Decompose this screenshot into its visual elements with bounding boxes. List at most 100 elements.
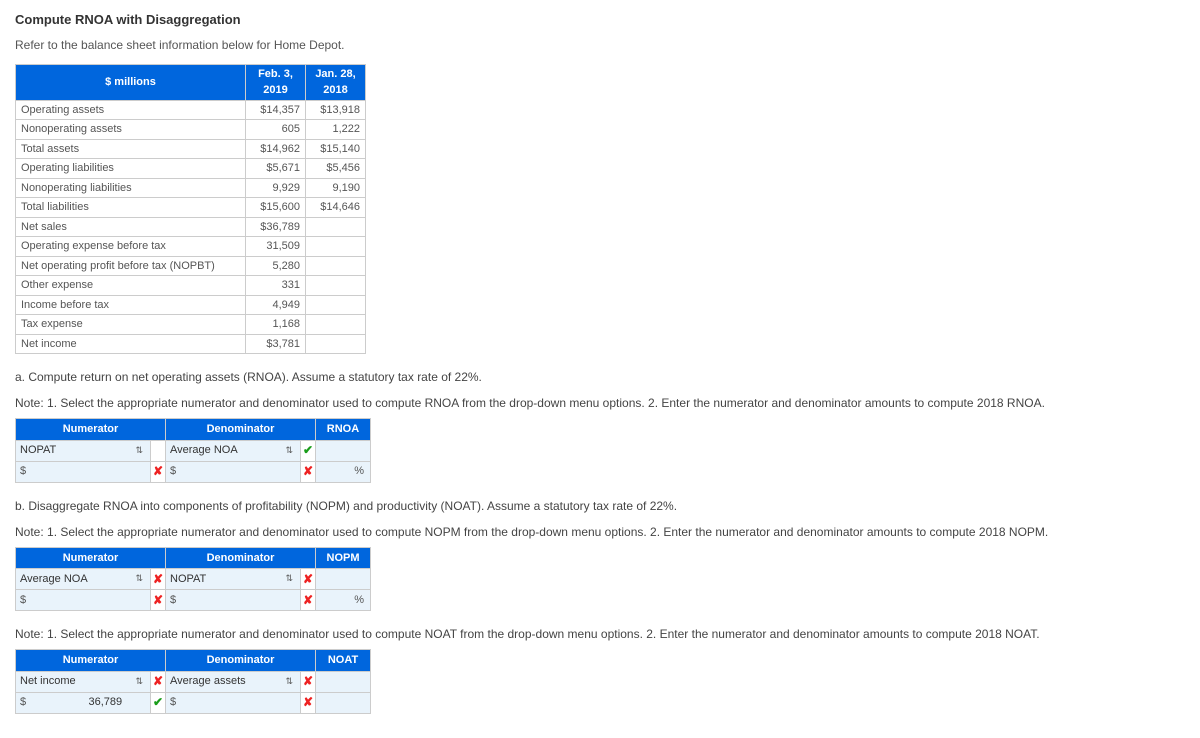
row-value-2018 (306, 334, 366, 354)
row-label: Net sales (16, 217, 246, 237)
part-b-note: Note: 1. Select the appropriate numerato… (15, 523, 1185, 541)
balance-sheet-table: $ millions Feb. 3, 2019 Jan. 28, 2018 Op… (15, 64, 366, 355)
row-value-2019: 331 (246, 276, 306, 296)
row-label: Income before tax (16, 295, 246, 315)
rnoa-numerator-header: Numerator (16, 419, 166, 441)
table-row: Nonoperating assets6051,222 (16, 120, 366, 140)
col-header-feb: Feb. 3, 2019 (246, 64, 306, 100)
correct-mark-icon: ✔ (151, 693, 165, 711)
dropdown-arrows-icon[interactable]: ⇅ (132, 675, 146, 689)
wrong-mark-icon: ✘ (301, 462, 315, 480)
row-value-2018 (306, 237, 366, 257)
dollar-sign: $ (16, 592, 30, 609)
table-row: Nonoperating liabilities9,9299,190 (16, 178, 366, 198)
table-row: Net sales$36,789 (16, 217, 366, 237)
nopm-denominator-header: Denominator (166, 547, 316, 569)
dropdown-arrows-icon[interactable]: ⇅ (282, 572, 296, 586)
row-value-2019: $15,600 (246, 198, 306, 218)
row-label: Tax expense (16, 315, 246, 335)
dollar-sign: $ (166, 592, 180, 609)
wrong-mark-icon: ✘ (151, 591, 165, 609)
table-row: Total assets$14,962$15,140 (16, 139, 366, 159)
row-value-2018: 9,190 (306, 178, 366, 198)
row-value-2019: 1,168 (246, 315, 306, 335)
noat-numerator-header: Numerator (16, 650, 166, 672)
table-row: Other expense331 (16, 276, 366, 296)
row-value-2018 (306, 315, 366, 335)
table-row: Net operating profit before tax (NOPBT)5… (16, 256, 366, 276)
dropdown-arrows-icon[interactable]: ⇅ (132, 444, 146, 458)
row-value-2019: $36,789 (246, 217, 306, 237)
col-header-millions: $ millions (16, 64, 246, 100)
table-row: Total liabilities$15,600$14,646 (16, 198, 366, 218)
noat-denominator-select[interactable]: Average assets⇅ (166, 673, 300, 690)
page-title: Compute RNOA with Disaggregation (15, 10, 1185, 30)
wrong-mark-icon: ✘ (151, 570, 165, 588)
wrong-mark-icon: ✘ (301, 693, 315, 711)
page-subtitle: Refer to the balance sheet information b… (15, 36, 1185, 54)
rnoa-result-cell: % (316, 463, 370, 480)
nopm-result-cell: % (316, 592, 370, 609)
dollar-sign: $ (166, 463, 180, 480)
row-value-2019: $14,357 (246, 100, 306, 120)
part-a-intro: a. Compute return on net operating asset… (15, 368, 1185, 386)
row-label: Net income (16, 334, 246, 354)
note-text: 1. Select the appropriate numerator and … (47, 396, 1045, 410)
nopm-result-header: NOPM (316, 547, 371, 569)
dropdown-arrows-icon[interactable]: ⇅ (282, 444, 296, 458)
rnoa-denominator-header: Denominator (166, 419, 316, 441)
row-value-2018 (306, 295, 366, 315)
rnoa-denominator-select[interactable]: Average NOA⇅ (166, 442, 300, 459)
row-value-2019: 9,929 (246, 178, 306, 198)
wrong-mark-icon: ✘ (151, 462, 165, 480)
row-label: Total assets (16, 139, 246, 159)
wrong-mark-icon: ✘ (301, 672, 315, 690)
rnoa-numerator-select[interactable]: NOPAT⇅ (16, 442, 150, 459)
row-label: Operating liabilities (16, 159, 246, 179)
row-value-2019: 605 (246, 120, 306, 140)
nopm-numerator-header: Numerator (16, 547, 166, 569)
row-value-2019: $5,671 (246, 159, 306, 179)
wrong-mark-icon: ✘ (301, 570, 315, 588)
part-c-note: Note: 1. Select the appropriate numerato… (15, 625, 1185, 643)
row-label: Nonoperating liabilities (16, 178, 246, 198)
row-label: Net operating profit before tax (NOPBT) (16, 256, 246, 276)
nopm-answer-table: Numerator Denominator NOPM Average NOA⇅ … (15, 547, 371, 612)
row-label: Other expense (16, 276, 246, 296)
note-text: 1. Select the appropriate numerator and … (47, 525, 1048, 539)
table-row: Operating assets$14,357$13,918 (16, 100, 366, 120)
dollar-sign: $ (166, 694, 180, 711)
row-value-2018: $5,456 (306, 159, 366, 179)
nopm-denominator-select[interactable]: NOPAT⇅ (166, 571, 300, 588)
dollar-sign: $ (16, 694, 30, 711)
table-row: Net income$3,781 (16, 334, 366, 354)
row-label: Operating expense before tax (16, 237, 246, 257)
wrong-mark-icon: ✘ (301, 591, 315, 609)
noat-numerator-input[interactable]: 36,789 (30, 694, 130, 711)
row-label: Operating assets (16, 100, 246, 120)
row-label: Total liabilities (16, 198, 246, 218)
row-value-2018: 1,222 (306, 120, 366, 140)
dropdown-arrows-icon[interactable]: ⇅ (132, 572, 146, 586)
row-value-2018 (306, 256, 366, 276)
row-value-2018: $15,140 (306, 139, 366, 159)
table-row: Operating expense before tax31,509 (16, 237, 366, 257)
row-value-2019: 31,509 (246, 237, 306, 257)
col-header-jan: Jan. 28, 2018 (306, 64, 366, 100)
noat-result-header: NOAT (316, 650, 371, 672)
note-text: 1. Select the appropriate numerator and … (47, 627, 1040, 641)
noat-numerator-select[interactable]: Net income⇅ (16, 673, 150, 690)
dollar-sign: $ (16, 463, 30, 480)
nopm-numerator-select[interactable]: Average NOA⇅ (16, 571, 150, 588)
row-value-2018 (306, 217, 366, 237)
row-label: Nonoperating assets (16, 120, 246, 140)
table-row: Income before tax4,949 (16, 295, 366, 315)
row-value-2018: $13,918 (306, 100, 366, 120)
noat-answer-table: Numerator Denominator NOAT Net income⇅ ✘… (15, 649, 371, 714)
dropdown-arrows-icon[interactable]: ⇅ (282, 675, 296, 689)
row-value-2018 (306, 276, 366, 296)
part-b-intro: b. Disaggregate RNOA into components of … (15, 497, 1185, 515)
row-value-2019: $3,781 (246, 334, 306, 354)
rnoa-answer-table: Numerator Denominator RNOA NOPAT⇅ Averag… (15, 418, 371, 483)
table-row: Tax expense1,168 (16, 315, 366, 335)
